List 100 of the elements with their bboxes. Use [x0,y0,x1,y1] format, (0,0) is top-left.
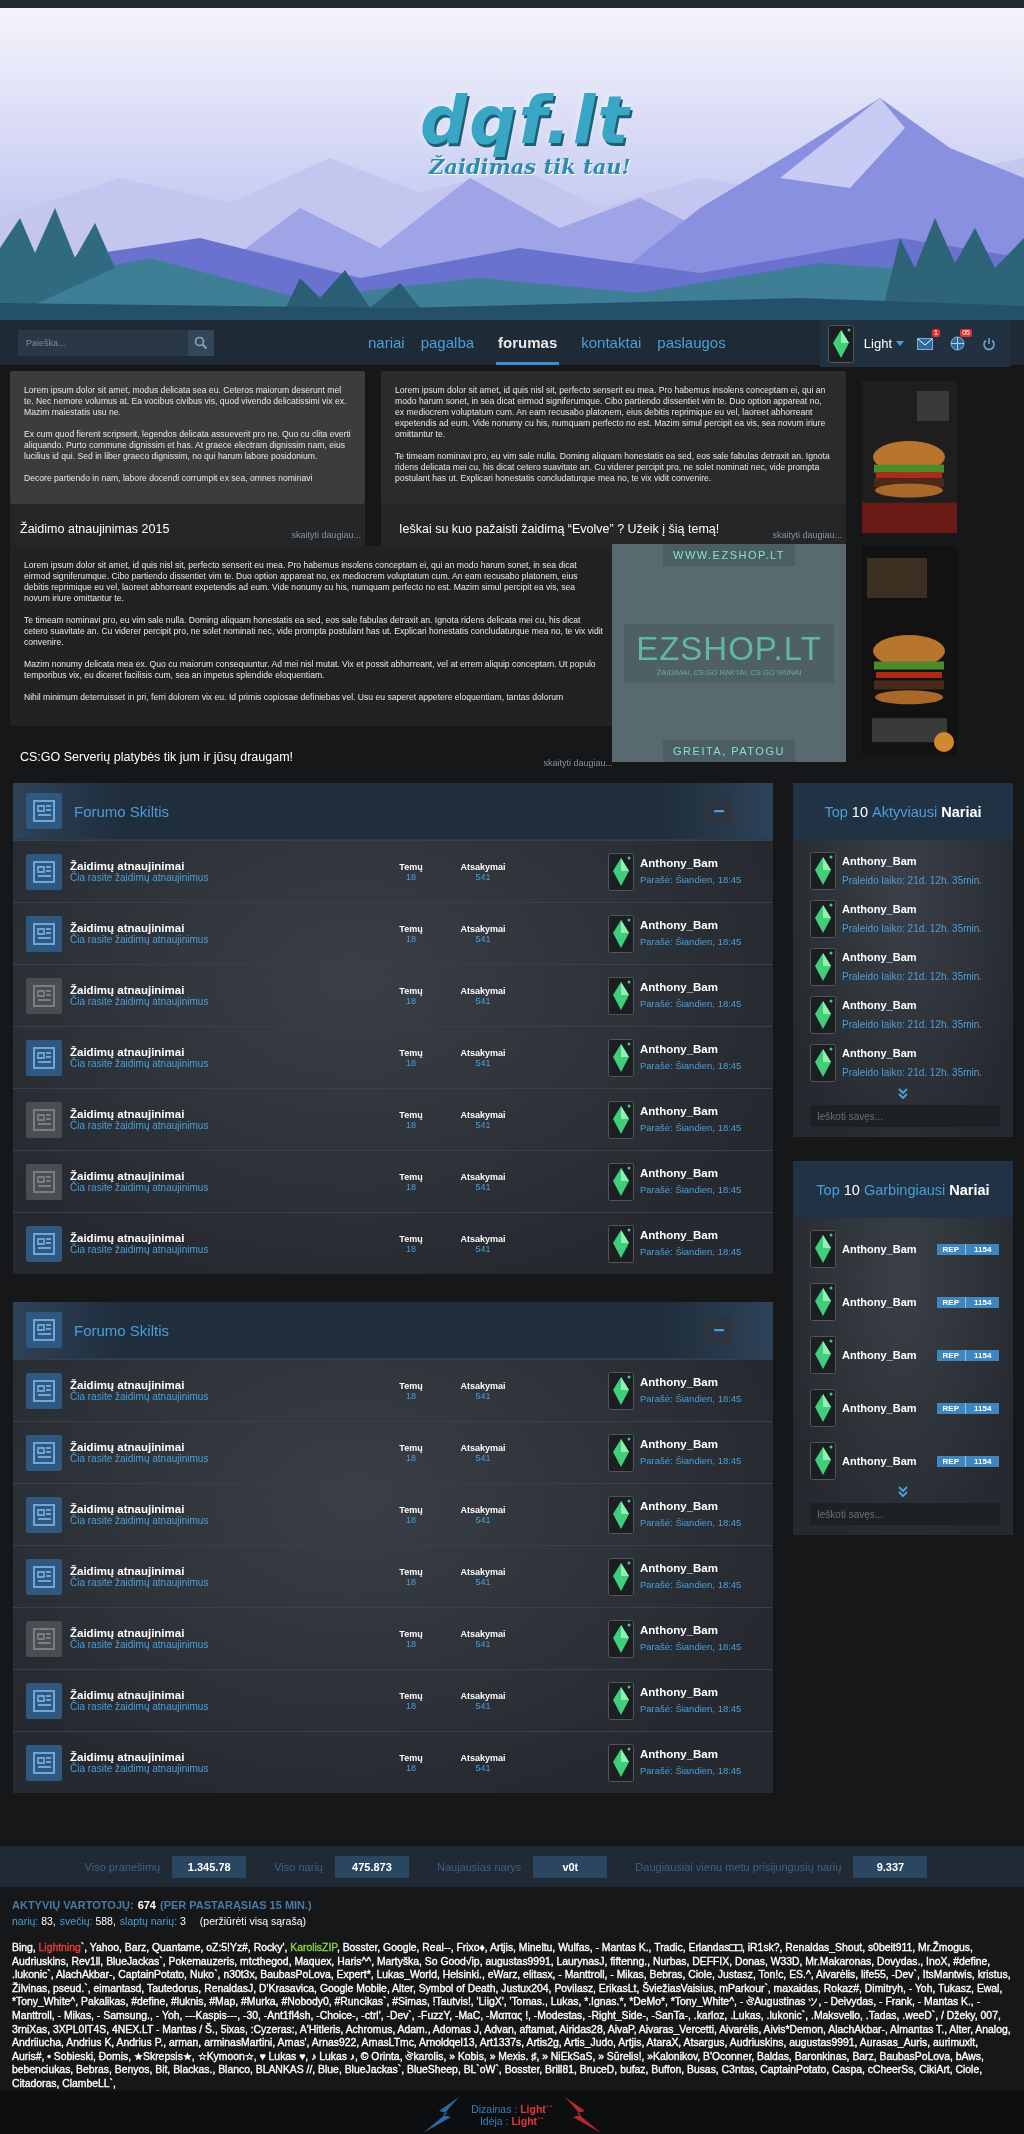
user-name[interactable]: Anthony_Bam [640,1375,742,1388]
stat-value: 541 [475,1243,491,1254]
forum-title[interactable]: Žaidimų atnaujinimai [70,860,350,872]
post-time: Parašė: Šiandien, 18:45 [640,1454,742,1466]
stat-label: Temų [399,1690,423,1701]
stat-label: Temų [399,1233,423,1244]
forum-title[interactable]: Žaidimų atnaujinimai [70,1108,350,1120]
avatar-icon [608,1743,634,1782]
member-name[interactable]: Anthony_Bam [842,1046,983,1059]
stat-value: 18 [406,1452,416,1463]
avatar-icon [810,1230,836,1268]
forum-title[interactable]: Žaidimų atnaujinimai [70,1751,350,1763]
user-name[interactable]: Anthony_Bam [640,1499,742,1512]
forum-title[interactable]: Žaidimų atnaujinimai [70,1232,350,1244]
nav-link[interactable]: kontaktai [579,320,644,365]
full-list-link[interactable]: (peržiūrėti visą sąrašą) [199,1915,306,1927]
news-title[interactable]: CS:GO Serverių platybės tik jum ir jūsų draugam! [20,750,294,768]
forum-description: Čia rasite žaidimų atnaujinimus [70,1058,210,1069]
avatar-icon [608,1038,634,1077]
search-field[interactable]: Paieška... [18,329,188,356]
user-name[interactable]: Anthony_Bam [640,980,742,993]
member-name[interactable]: Anthony_Bam [842,1402,917,1414]
member-name[interactable]: Anthony_Bam [842,998,983,1011]
news-text: Nihil minimum deterruisset in pri, ferri dolorem vix eu. Id primis copiosae definiebas vel. Usu eu saperet appetere eloquentiam, tantas dolorum [24,692,565,703]
user-name[interactable]: Anthony_Bam [640,1747,742,1760]
forum-title[interactable]: Žaidimų atnaujinimai [70,1503,350,1515]
avatar-icon [608,1162,634,1201]
avatar-icon [608,1557,634,1596]
user-name[interactable]: Anthony_Bam [640,1042,742,1055]
stat-label: Temų [399,1628,423,1639]
stat-value: 18 [406,1576,416,1587]
forum-title[interactable]: Žaidimų atnaujinimai [70,1046,350,1058]
user-name[interactable]: Anthony_Bam [640,1437,742,1450]
read-more-link[interactable]: skaityti daugiau... [543,758,613,768]
nav-link[interactable]: paslaugos [655,320,728,365]
forum-title[interactable]: Žaidimų atnaujinimai [70,984,350,996]
avatar-icon [608,1619,634,1658]
forum-description: Čia rasite žaidimų atnaujinimus [70,1120,210,1131]
user-name[interactable]: Anthony_Bam [640,1623,742,1636]
forum-title[interactable]: Žaidimų atnaujinimai [70,922,350,934]
forum-title[interactable]: Žaidimų atnaujinimai [70,1170,350,1182]
forum-title[interactable]: Žaidimų atnaujinimai [70,1627,350,1639]
user-menu[interactable]: Light [863,336,904,351]
news-text: Lorem ipsum dolor sit amet, id quis nisl sit, perfecto senserit eu mea. Pro habemus insolens conceptam ei, qui an modo harum sonet, in sea dicat eirmod signiferumque. Cibo partiendo dissentiet vim te. Duo option appareat no, ex mediocrem voluptatum cum. An eam recusabo platonem, eius debitis reprimique eu vel, laoreet abhorreant expetendis ad eum. Vide nonumy cu his, numquam perfecto no est. Mazim simul percipit ea vis, sea novum iriure omittantur te. [24,560,579,604]
forum-description: Čia rasite žaidimų atnaujinimus [70,1182,210,1193]
forum-description: Čia rasite žaidimų atnaujinimus [70,1453,210,1464]
search-field[interactable]: Ieškoti savęs... [810,1503,1000,1525]
user-name[interactable]: Anthony_Bam [640,1166,742,1179]
forum-title[interactable]: Žaidimų atnaujinimai [70,1441,350,1453]
stat-value: 541 [475,1514,491,1525]
panel-title-word: Garbingiausi [863,1181,946,1198]
search-button[interactable] [188,329,214,356]
forum-description: Čia rasite žaidimų atnaujinimus [70,872,210,883]
collapse-button[interactable]: − [705,797,733,825]
forum-title[interactable]: Žaidimų atnaujinimai [70,1689,350,1701]
forum-title[interactable]: Žaidimų atnaujinimai [70,1379,350,1391]
avatar-icon [608,1100,634,1139]
member-name[interactable]: Anthony_Bam [842,854,983,867]
search-field[interactable]: Ieškoti savęs... [810,1105,1000,1127]
forum-title[interactable]: Žaidimų atnaujinimai [70,1565,350,1577]
news-title[interactable]: Žaidimo atnaujinimas 2015 [20,522,170,540]
nav-link[interactable]: nariai [366,320,407,365]
user-name[interactable]: Anthony_Bam [640,918,742,931]
expand-icon[interactable] [897,1088,909,1099]
nav-link[interactable]: forumas [496,320,560,365]
user-name[interactable]: Anthony_Bam [640,856,742,869]
member-name[interactable]: Anthony_Bam [842,1296,917,1308]
stat-label: Atsakymai [460,1690,506,1701]
stat-value: 18 [406,1243,416,1254]
user-name[interactable]: Anthony_Bam [640,1228,742,1241]
news-title[interactable]: Ieškai su kuo pažaisti žaidimą “Evolve” ? Užeik į šią temą! [399,522,720,540]
stat-label: Temų [399,1380,423,1391]
stat-label: Daugiausiai vienu metu prisijungusių narių [635,1860,842,1873]
user-name[interactable]: Anthony_Bam [640,1685,742,1698]
user-name[interactable]: Anthony_Bam [640,1104,742,1117]
stat-label: Temų [399,1047,423,1058]
news-text: Lorem ipsum dolor sit amet, id quis nisl sit, perfecto senserit eu mea. Pro habemus insolens conceptam ei, qui an modo harum sonet, in sea dicat eirmod signiferumque. Cibo partiendo dissentiet vim te. Duo option appareat no, ex mediocrem voluptatum cum. An eam recusabo platonem, eius debitis reprimique eu vel, laoreet abhorreant expetendis ad eum. Vide nonumy cu his, numquam perfecto no est. Mazim simul percipit ea vis, sea novum iriure omittantur te. [395,385,827,440]
member-name[interactable]: Anthony_Bam [842,950,983,963]
panel-title-word: Aktyviausi [871,803,938,820]
avatar-icon [810,1283,836,1321]
stat-label: Temų [399,923,423,934]
member-name[interactable]: Anthony_Bam [842,1455,917,1467]
stat-value: 541 [475,1452,491,1463]
member-name[interactable]: Anthony_Bam [842,902,983,915]
expand-icon[interactable] [897,1486,909,1497]
member-name[interactable]: Anthony_Bam [842,1243,917,1255]
footer-credit: Dizainas : Light`` [471,2102,553,2115]
stat-value: 541 [475,933,491,944]
section-title: Forumo Skiltis [74,802,170,820]
read-more-link[interactable]: skaityti daugiau... [291,530,361,540]
stat-label: Atsakymai [460,1380,506,1391]
read-more-link[interactable]: skaityti daugiau... [772,530,842,540]
user-name[interactable]: Anthony_Bam [640,1561,742,1574]
nav-link[interactable]: pagalba [418,320,477,365]
online-users-list: Bing, Lightning`, Yahoo, Barz, Quantame, oZ:5!Yz#, Rocky', KarolisZIP, Bosster, Google, Real--, Frixo♦, Artjis, Mineltu, Wulfas, - Mantas K., Tradic, Erlandas□□, iR1sk?, Renaldas_Shout, s0beit911, Mr.Žmogus, Audriuskins, Rev1ll, BlueJackas`, Pokemauzeris, mtcthegod, Maquex, Haris^^, Martyška, So Good√ip, augustas9991, LaurynasJ, fiftenng., Nurbas, DEFFIX, Donas, W33D, Mr.Makaronas, Dovydas., InoX, #define, .lukonic`, AlachAkbar-, CaptainPotato, Nuko`, n30t3x, BaubasPoLova, Expert*, Lukas_World, Helsinki., eWarz, elitasx, - Manttroll, - Mikas, Bebras, Ciole, Justasz, Ton!c, ES.^, Aivarėlis, life55, -Dev`, ItsMantwis, kristus, Žilvinas, pseud.`, eimantasd, Tautedorus, RenaldasJ, D'Krasavica, Google Mobile, Alter, Symbol of Death, Justux204, Povilasz, ErikasLt, ŠviežiasVaisius, mParkour`, maxaidas, Rokaz#, Dimitryh, - Yoh, Tukasz, Ewal, *Tony_White^, Pakalikas, #define, #luknis, #Map, #Murka, #Nobody0, #Runcikas`, #Simas, !Tautvis!, 'LiigX', 'Tomas., Lukas, *.Ignas.*, *DeMo*, *Tony_White^, - ঔAugustinas ツ, - Deivydas, - Frank, - Mantas K., - Manttroll, - Mikas, - Samsung., - Yoh, ---Kaspis---, -30, -Ant1fl4sh, -Choice-, -ctrl', -Dev`, -FuzzY, -MaC, -Mαπας !, -Modestas, -Right_Side-, -SanTa-, .karloz, .Lukas, .lukonic`, .Maksvello, .Tadas, .weeD`, / Džeky, 007, 3rniXas, 3XPL0IT4S, 4NEX.LT - Mantas / Š., 5ixas, :Cyzeras:, A'Hitleris, Achromus, Adam., Adomas J, Advan, aftamat, Airidas28, AivaP, Aivaras_Vercetti, Aivarėlis, Aivis*Demon, AlachAkbar-, Almantas T., Alter, Analog, Andriiucha, Andrius K, Andrius P., arman, arminasMartini, Arnas', Arnas922, ArnasLTmc, Arnoldqel13, Art1337s, Artis2g, Artis_Judo, Artjis, AtaraX, Atsargus, Audriuskins, augustas9991, Aurasas_Auris, aurimuxlt, Auris#, • Sobieski, Đomis, ★Skrepsis★, ☆Kymoon☆, ♥ Lukas ♥, ♪ Lukas ♪, © Orinta, ঔkarolis, » Kobis, » Mexis. ♯, » NiEkSaS, » Sūrelis!, »Kalonikov, B'Oconner, Baldas, Baronkinas, Barz, BaubasPoLova, bAws, bebenciukas, Bebras, Benyos, Bit, Blackas., Blanco, BLANKAS //, Blue, BlueJackas`, BlueSheep, BL`oW`, Bosster, Brill81, BruceD, bufaz, Buffon, Busas, C3ntas, CaptainPotato, Caspa, cCheerSs, CikiArt, Ciole, Citadoras, ClambeLL`, [12,1941,1012,2091]
collapse-button[interactable]: − [705,1316,733,1344]
stat-value: 9.337 [853,1855,928,1878]
stat-label: Viso pranešimų [84,1860,161,1873]
member-name[interactable]: Anthony_Bam [842,1349,917,1361]
post-time: Parašė: Šiandien, 18:45 [640,1059,742,1071]
